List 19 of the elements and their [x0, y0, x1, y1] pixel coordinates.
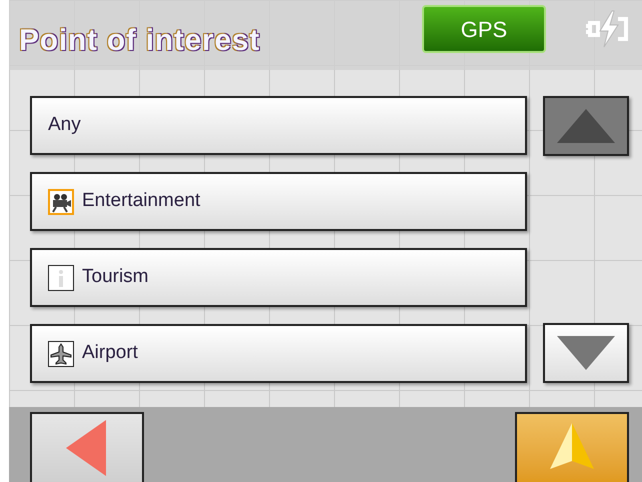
category-label: Entertainment	[82, 189, 200, 214]
back-button[interactable]	[30, 412, 144, 482]
gps-button[interactable]: GPS	[422, 5, 546, 53]
category-label: Tourism	[82, 265, 149, 290]
left-triangle-icon	[66, 420, 108, 476]
airplane-icon	[48, 340, 74, 366]
category-label: Any	[48, 113, 81, 138]
category-list-item[interactable]: Airport	[30, 324, 527, 383]
scroll-down-button[interactable]	[543, 323, 629, 383]
film-camera-icon	[48, 188, 74, 214]
category-label: Airport	[82, 341, 138, 366]
category-list-item[interactable]: Entertainment	[30, 172, 527, 231]
navigate-button[interactable]	[515, 412, 629, 482]
down-triangle-icon	[555, 334, 617, 372]
category-list-item[interactable]: Tourism	[30, 248, 527, 307]
screen-title: Point of interest	[19, 22, 260, 58]
category-list-item[interactable]: Any	[30, 96, 527, 155]
info-icon	[48, 264, 74, 290]
up-triangle-icon	[555, 107, 617, 145]
